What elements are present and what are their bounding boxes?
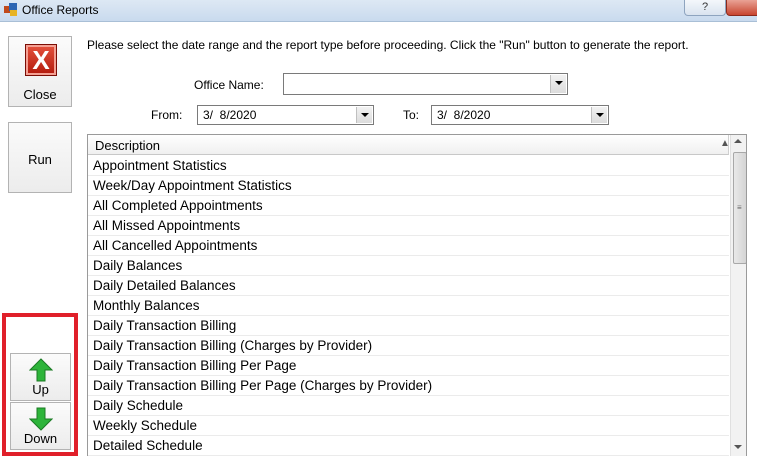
list-item[interactable]: All Completed Appointments xyxy=(88,196,729,216)
to-date-picker[interactable]: 3/ 8/2020 xyxy=(431,105,609,125)
client-area: X Close Run Up Down Please select the da… xyxy=(0,22,757,456)
list-item[interactable]: Daily Detailed Balances xyxy=(88,276,729,296)
green-up-arrow-icon xyxy=(28,358,54,382)
list-item[interactable]: Daily Transaction Billing Per Page xyxy=(88,356,729,376)
down-button[interactable]: Down xyxy=(10,402,71,450)
list-item[interactable]: All Cancelled Appointments xyxy=(88,236,729,256)
chevron-down-icon[interactable] xyxy=(591,107,607,123)
window-close-button[interactable] xyxy=(726,0,757,16)
chevron-down-icon[interactable] xyxy=(550,75,566,93)
chevron-down-icon[interactable] xyxy=(356,107,372,123)
from-date-value: 3/ 8/2020 xyxy=(203,108,257,122)
list-item[interactable]: Monthly Balances xyxy=(88,296,729,316)
vertical-scrollbar[interactable]: ≡ xyxy=(730,135,746,456)
scroll-up-icon[interactable] xyxy=(734,139,742,143)
from-date-picker[interactable]: 3/ 8/2020 xyxy=(197,105,374,125)
list-item[interactable]: Detailed Schedule xyxy=(88,436,729,456)
list-item[interactable]: Daily Transaction Billing xyxy=(88,316,729,336)
up-button-label: Up xyxy=(32,382,49,397)
close-x-icon: X xyxy=(25,44,57,76)
report-list[interactable]: Description ▲ Appointment Statistics Week… xyxy=(87,134,747,456)
to-label: To: xyxy=(403,108,420,122)
grip-icon: ≡ xyxy=(737,203,742,212)
column-header-label: Description xyxy=(95,138,161,153)
report-rows: Appointment Statistics Week/Day Appointme… xyxy=(88,156,729,456)
list-item[interactable]: Appointment Statistics xyxy=(88,156,729,176)
list-item[interactable]: Daily Balances xyxy=(88,256,729,276)
close-button[interactable]: X Close xyxy=(8,36,72,107)
help-button[interactable]: ? xyxy=(684,0,726,16)
run-button[interactable]: Run xyxy=(8,122,72,193)
window-title: Office Reports xyxy=(22,3,99,17)
up-button[interactable]: Up xyxy=(10,353,71,401)
list-item[interactable]: All Missed Appointments xyxy=(88,216,729,236)
sort-arrow-icon: ▲ xyxy=(720,138,730,149)
office-name-label: Office Name: xyxy=(194,78,264,92)
office-name-dropdown[interactable] xyxy=(283,73,568,95)
list-item[interactable]: Week/Day Appointment Statistics xyxy=(88,176,729,196)
list-item[interactable]: Daily Schedule xyxy=(88,396,729,416)
down-button-label: Down xyxy=(23,431,58,446)
to-date-value: 3/ 8/2020 xyxy=(437,108,491,122)
list-item[interactable]: Daily Transaction Billing Per Page (Char… xyxy=(88,376,729,396)
from-label: From: xyxy=(151,108,183,122)
title-bar: Office Reports ? xyxy=(0,0,757,22)
list-item[interactable]: Daily Transaction Billing (Charges by Pr… xyxy=(88,336,729,356)
column-header-description[interactable]: Description ▲ xyxy=(88,135,730,155)
app-icon xyxy=(4,3,18,17)
green-down-arrow-icon xyxy=(28,407,54,431)
scroll-down-icon[interactable] xyxy=(734,445,742,449)
scrollbar-thumb[interactable]: ≡ xyxy=(733,152,746,264)
close-button-label: Close xyxy=(23,87,57,102)
list-item[interactable]: Weekly Schedule xyxy=(88,416,729,436)
instructions-text: Please select the date range and the rep… xyxy=(87,38,689,52)
run-button-label: Run xyxy=(28,152,52,167)
